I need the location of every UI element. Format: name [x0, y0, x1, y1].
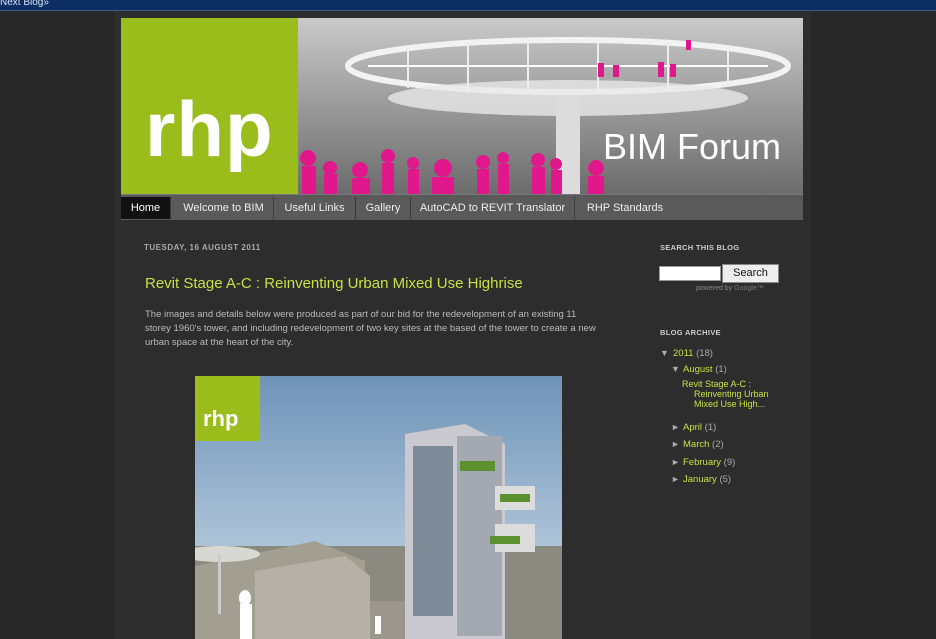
tab-rhp-standards[interactable]: RHP Standards	[575, 197, 675, 219]
archived-post-line: Reinventing Urban	[694, 389, 769, 399]
post-image[interactable]: rhp	[195, 376, 562, 639]
post-body: The images and details below were produc…	[145, 309, 596, 348]
archive-year-count: (18)	[696, 348, 713, 359]
powered-by-google: powered by Google™	[696, 285, 764, 292]
expanded-toggle-icon[interactable]: ▼	[660, 348, 669, 358]
tab-welcome-to-bim[interactable]: Welcome to BIM	[174, 197, 274, 219]
blog-header[interactable]: rhp BIM Forum	[121, 18, 803, 194]
archive-year-link[interactable]: 2011	[673, 348, 693, 359]
archive-month-count: (1)	[704, 422, 717, 433]
archive-month-january: January (5)	[683, 474, 731, 485]
archive-month-link[interactable]: February	[683, 457, 721, 468]
archive-month-count: (9)	[723, 457, 736, 468]
archive-month-link[interactable]: April	[683, 422, 702, 433]
archive-heading: BLOG ARCHIVE	[660, 328, 721, 337]
tab-gallery[interactable]: Gallery	[356, 197, 411, 219]
archive-month-april: April (1)	[683, 422, 716, 433]
image-logo-text: rhp	[203, 406, 239, 431]
post-date: TUESDAY, 16 AUGUST 2011	[144, 243, 261, 252]
archive-month-link[interactable]: January	[683, 474, 717, 485]
expanded-toggle-icon[interactable]: ▼	[671, 364, 680, 374]
archive-year: 2011 (18)	[673, 348, 713, 359]
archive-month-march: March (2)	[683, 439, 724, 450]
rhp-logo: rhp	[121, 18, 298, 194]
archived-post-link[interactable]: Revit Stage A-C : Reinventing Urban Mixe…	[682, 379, 782, 409]
post-title[interactable]: Revit Stage A-C : Reinventing Urban Mixe…	[145, 275, 523, 292]
archive-month-link[interactable]: March	[683, 439, 709, 450]
page-tabs: Home Welcome to BIM Useful Links Gallery…	[121, 194, 803, 220]
header-banner-image: BIM Forum	[298, 18, 803, 194]
tab-useful-links[interactable]: Useful Links	[274, 197, 356, 219]
collapsed-toggle-icon[interactable]: ►	[671, 422, 680, 432]
blogger-navbar: Next Blog»	[0, 0, 936, 11]
logo-text: rhp	[145, 85, 274, 173]
search-heading: SEARCH THIS BLOG	[660, 243, 740, 252]
collapsed-toggle-icon[interactable]: ►	[671, 474, 680, 484]
archive-month-link[interactable]: August	[683, 364, 713, 375]
search-button[interactable]: Search	[722, 264, 779, 283]
archive-month-february: February (9)	[683, 457, 735, 468]
image-rhp-logo: rhp	[195, 376, 260, 441]
archive-month-count: (2)	[712, 439, 724, 450]
tab-home[interactable]: Home	[121, 197, 171, 219]
archive-month-count: (1)	[715, 364, 727, 375]
collapsed-toggle-icon[interactable]: ►	[671, 439, 680, 449]
next-blog-link[interactable]: Next Blog»	[0, 0, 49, 8]
archived-post-line: Revit Stage A-C :	[682, 379, 752, 389]
archived-post-line: Mixed Use High...	[694, 399, 766, 409]
forum-title: BIM Forum	[603, 126, 782, 167]
powered-by-text: powered by	[696, 285, 733, 292]
tab-autocad-to-revit[interactable]: AutoCAD to REVIT Translator	[411, 197, 575, 219]
google-logo: Google™	[734, 285, 764, 292]
archive-month-count: (5)	[719, 474, 732, 485]
search-input[interactable]	[659, 266, 721, 281]
collapsed-toggle-icon[interactable]: ►	[671, 457, 680, 467]
archive-month-august: August (1)	[683, 364, 727, 375]
